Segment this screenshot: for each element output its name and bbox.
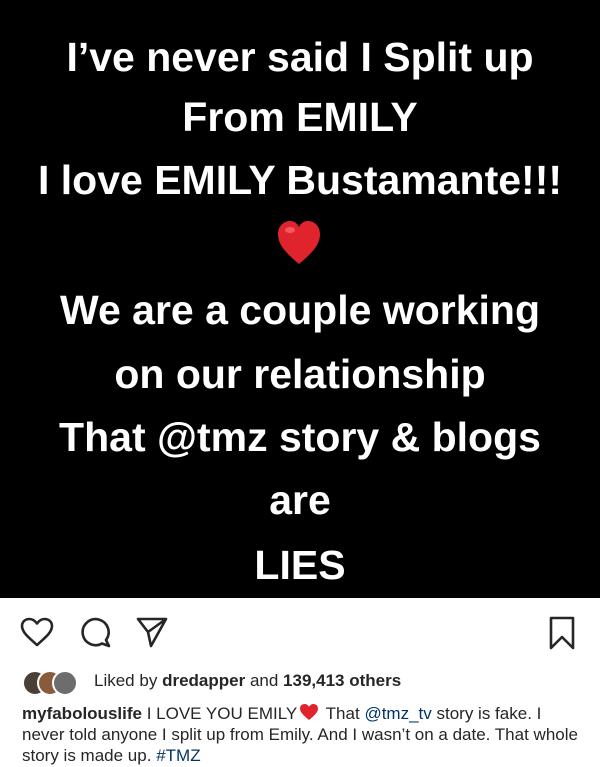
avatar [52,670,78,696]
caption-mention-link[interactable]: @tmz_tv [364,704,431,723]
paper-plane-icon[interactable] [135,616,169,648]
post-caption: myfabolouslife I LOVE YOU EMILY That @tm… [22,703,582,766]
post-text-line-4: We are a couple working [60,287,540,333]
post-image[interactable]: I’ve never said I Split up From EMILY I … [0,0,600,598]
heart-outline-icon[interactable] [20,617,54,647]
post-action-bar [0,598,600,660]
post-text-line-1: I’ve never said I Split up [66,34,534,80]
caption-text-2: That [325,704,360,723]
likes-connector: and [249,671,279,690]
caption-username[interactable]: myfabolouslife [22,704,142,723]
post-text-line-7: are [269,477,331,523]
post-text-line-3: I love EMILY Bustamante!!! [37,157,562,203]
likes-others-count[interactable]: 139,413 others [283,671,401,690]
red-heart-emoji-icon [278,221,320,264]
red-heart-emoji-icon [300,704,319,720]
post-text-line-8: LIES [254,542,346,588]
likes-summary: Liked by dredapper and 139,413 others [94,671,401,691]
bookmark-icon[interactable] [548,616,576,650]
caption-text-1: I LOVE YOU EMILY [146,704,298,723]
post-text-line-5: on our relationship [114,351,486,397]
post-text-line-6: That @tmz story & blogs [59,414,541,460]
likes-prefix: Liked by [94,671,158,690]
comment-bubble-icon[interactable] [80,616,112,648]
liker-username[interactable]: dredapper [162,671,245,690]
post-text-line-2: From EMILY [182,94,418,140]
caption-hashtag-link[interactable]: #TMZ [156,746,200,765]
likes-row[interactable]: Liked by dredapper and 139,413 others [22,668,592,696]
